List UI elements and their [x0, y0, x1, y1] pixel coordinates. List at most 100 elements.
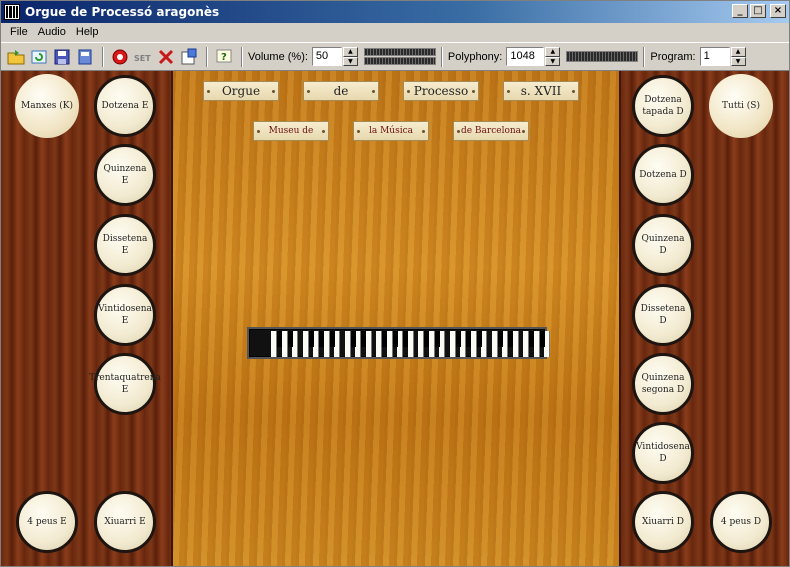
maximize-button[interactable]: □: [750, 4, 766, 18]
title-bar: Orgue de Processó aragonès _ □ ×: [1, 1, 789, 23]
black-key[interactable]: [476, 331, 482, 347]
black-key[interactable]: [308, 331, 314, 347]
spin-up-icon[interactable]: ▲: [730, 47, 746, 57]
black-key[interactable]: [361, 331, 366, 347]
spin-up-icon[interactable]: ▲: [342, 47, 358, 57]
white-key[interactable]: [334, 331, 340, 357]
black-key[interactable]: [277, 331, 282, 347]
toolbar-separator: [241, 46, 243, 67]
program-input[interactable]: 1: [699, 47, 730, 66]
center-panel: [171, 71, 621, 566]
black-key[interactable]: [497, 331, 503, 347]
polyphony-meter: [566, 51, 639, 62]
program-spinner[interactable]: ▲ ▼: [730, 47, 746, 66]
stop-dissetena-e[interactable]: Dissetena E: [94, 214, 156, 276]
spin-up-icon[interactable]: ▲: [545, 47, 561, 57]
black-key[interactable]: [350, 331, 356, 347]
white-key[interactable]: [439, 331, 445, 357]
title-plate-2: de: [303, 81, 379, 101]
black-key[interactable]: [508, 331, 513, 347]
open-folder-icon[interactable]: [5, 46, 27, 68]
white-key[interactable]: [365, 331, 372, 357]
volume-input[interactable]: 50: [311, 47, 342, 66]
black-key[interactable]: [539, 331, 545, 347]
window-controls: _ □ ×: [732, 4, 786, 18]
stop-quinzena-e[interactable]: Quinzena E: [94, 144, 156, 206]
minimize-button[interactable]: _: [732, 4, 748, 18]
save-icon[interactable]: [51, 46, 73, 68]
toolbar: SET ? Volume (%): 50 ▲ ▼ Polyphony: 1048 …: [1, 42, 789, 71]
toolbar-separator: [206, 46, 208, 67]
stop-dotzena-d[interactable]: Dotzena D: [632, 144, 694, 206]
volume-label: Volume (%):: [248, 50, 308, 63]
save-as-icon[interactable]: [74, 46, 96, 68]
subtitle-plate-3: de Barcelona: [453, 121, 529, 141]
white-key[interactable]: [481, 331, 487, 357]
volume-spinner[interactable]: ▲ ▼: [342, 47, 358, 66]
white-key[interactable]: [544, 331, 550, 357]
reload-icon[interactable]: [28, 46, 50, 68]
stop-xiuarri-d[interactable]: Xiuarri D: [632, 491, 694, 553]
help-icon[interactable]: ?: [213, 46, 235, 68]
spin-down-icon[interactable]: ▼: [730, 56, 746, 66]
black-key[interactable]: [455, 331, 461, 347]
properties-icon[interactable]: [178, 46, 200, 68]
organ-console: Orgue de Processo s. XVII Museu de la Mú…: [1, 71, 789, 566]
stop-vintidosena-e[interactable]: Vintidosena E: [94, 284, 156, 346]
stop-dissetena-d[interactable]: Dissetena D: [632, 284, 694, 346]
volume-meter: [363, 47, 436, 66]
program-label: Program:: [650, 50, 696, 63]
menu-bar: File Audio Help: [1, 23, 789, 41]
white-key[interactable]: [292, 331, 298, 357]
black-key[interactable]: [392, 331, 398, 347]
stop-xiuarri-e[interactable]: Xiuarri E: [94, 491, 156, 553]
white-key[interactable]: [407, 331, 414, 357]
spin-down-icon[interactable]: ▼: [545, 56, 561, 66]
black-key[interactable]: [529, 331, 534, 347]
toolbar-separator: [440, 46, 443, 67]
close-button[interactable]: ×: [770, 4, 786, 18]
menu-help[interactable]: Help: [71, 26, 104, 38]
stop-dotzena-e[interactable]: Dotzena E: [94, 75, 156, 137]
stop-tutti[interactable]: Tutti (S): [709, 74, 773, 138]
polyphony-spinner[interactable]: ▲ ▼: [545, 47, 561, 66]
stop-dotzena-tapada-d[interactable]: Dotzena tapada D: [632, 75, 694, 137]
title-plate-4: s. XVII: [503, 81, 579, 101]
black-key[interactable]: [319, 331, 324, 347]
title-plate-1: Orgue: [203, 81, 279, 101]
record-icon[interactable]: [109, 46, 131, 68]
subtitle-plate-1: Museu de: [253, 121, 329, 141]
panic-icon[interactable]: [155, 46, 177, 68]
toolbar-separator: [102, 46, 104, 67]
manual-keyboard[interactable]: [247, 327, 550, 359]
settings-icon[interactable]: SET: [132, 46, 154, 68]
stop-quinzena-d[interactable]: Quinzena D: [632, 214, 694, 276]
window-title: Orgue de Processó aragonès: [25, 5, 220, 19]
menu-audio[interactable]: Audio: [33, 26, 71, 38]
stop-manxes[interactable]: Manxes (K): [15, 74, 79, 138]
polyphony-input[interactable]: 1048: [506, 47, 545, 66]
menu-file[interactable]: File: [5, 26, 33, 38]
black-key[interactable]: [424, 331, 429, 347]
stop-quinzena-segona-d[interactable]: Quinzena segona D: [632, 353, 694, 415]
black-key[interactable]: [466, 331, 471, 347]
black-key[interactable]: [287, 331, 293, 347]
white-key[interactable]: [512, 331, 519, 357]
stop-4-peus-d[interactable]: 4 peus D: [710, 491, 772, 553]
title-plate-3: Processo: [403, 81, 479, 101]
stop-4-peus-e[interactable]: 4 peus E: [16, 491, 78, 553]
toolbar-separator: [643, 46, 646, 67]
black-key[interactable]: [329, 331, 335, 347]
subtitle-plate-2: la Música: [353, 121, 429, 141]
stop-vintidosena-d[interactable]: Vintidosena D: [632, 422, 694, 484]
black-key[interactable]: [434, 331, 440, 347]
black-key[interactable]: [382, 331, 387, 347]
svg-text:SET: SET: [134, 54, 151, 63]
svg-text:?: ?: [221, 52, 227, 63]
black-key[interactable]: [403, 331, 408, 347]
organ-app-icon: [4, 4, 20, 20]
stop-trentaquatrena-e[interactable]: Trentaquatrena E: [89, 353, 161, 415]
app-window: Orgue de Processó aragonès _ □ × File Au…: [0, 0, 790, 567]
spin-down-icon[interactable]: ▼: [342, 56, 358, 66]
polyphony-label: Polyphony:: [447, 50, 503, 63]
